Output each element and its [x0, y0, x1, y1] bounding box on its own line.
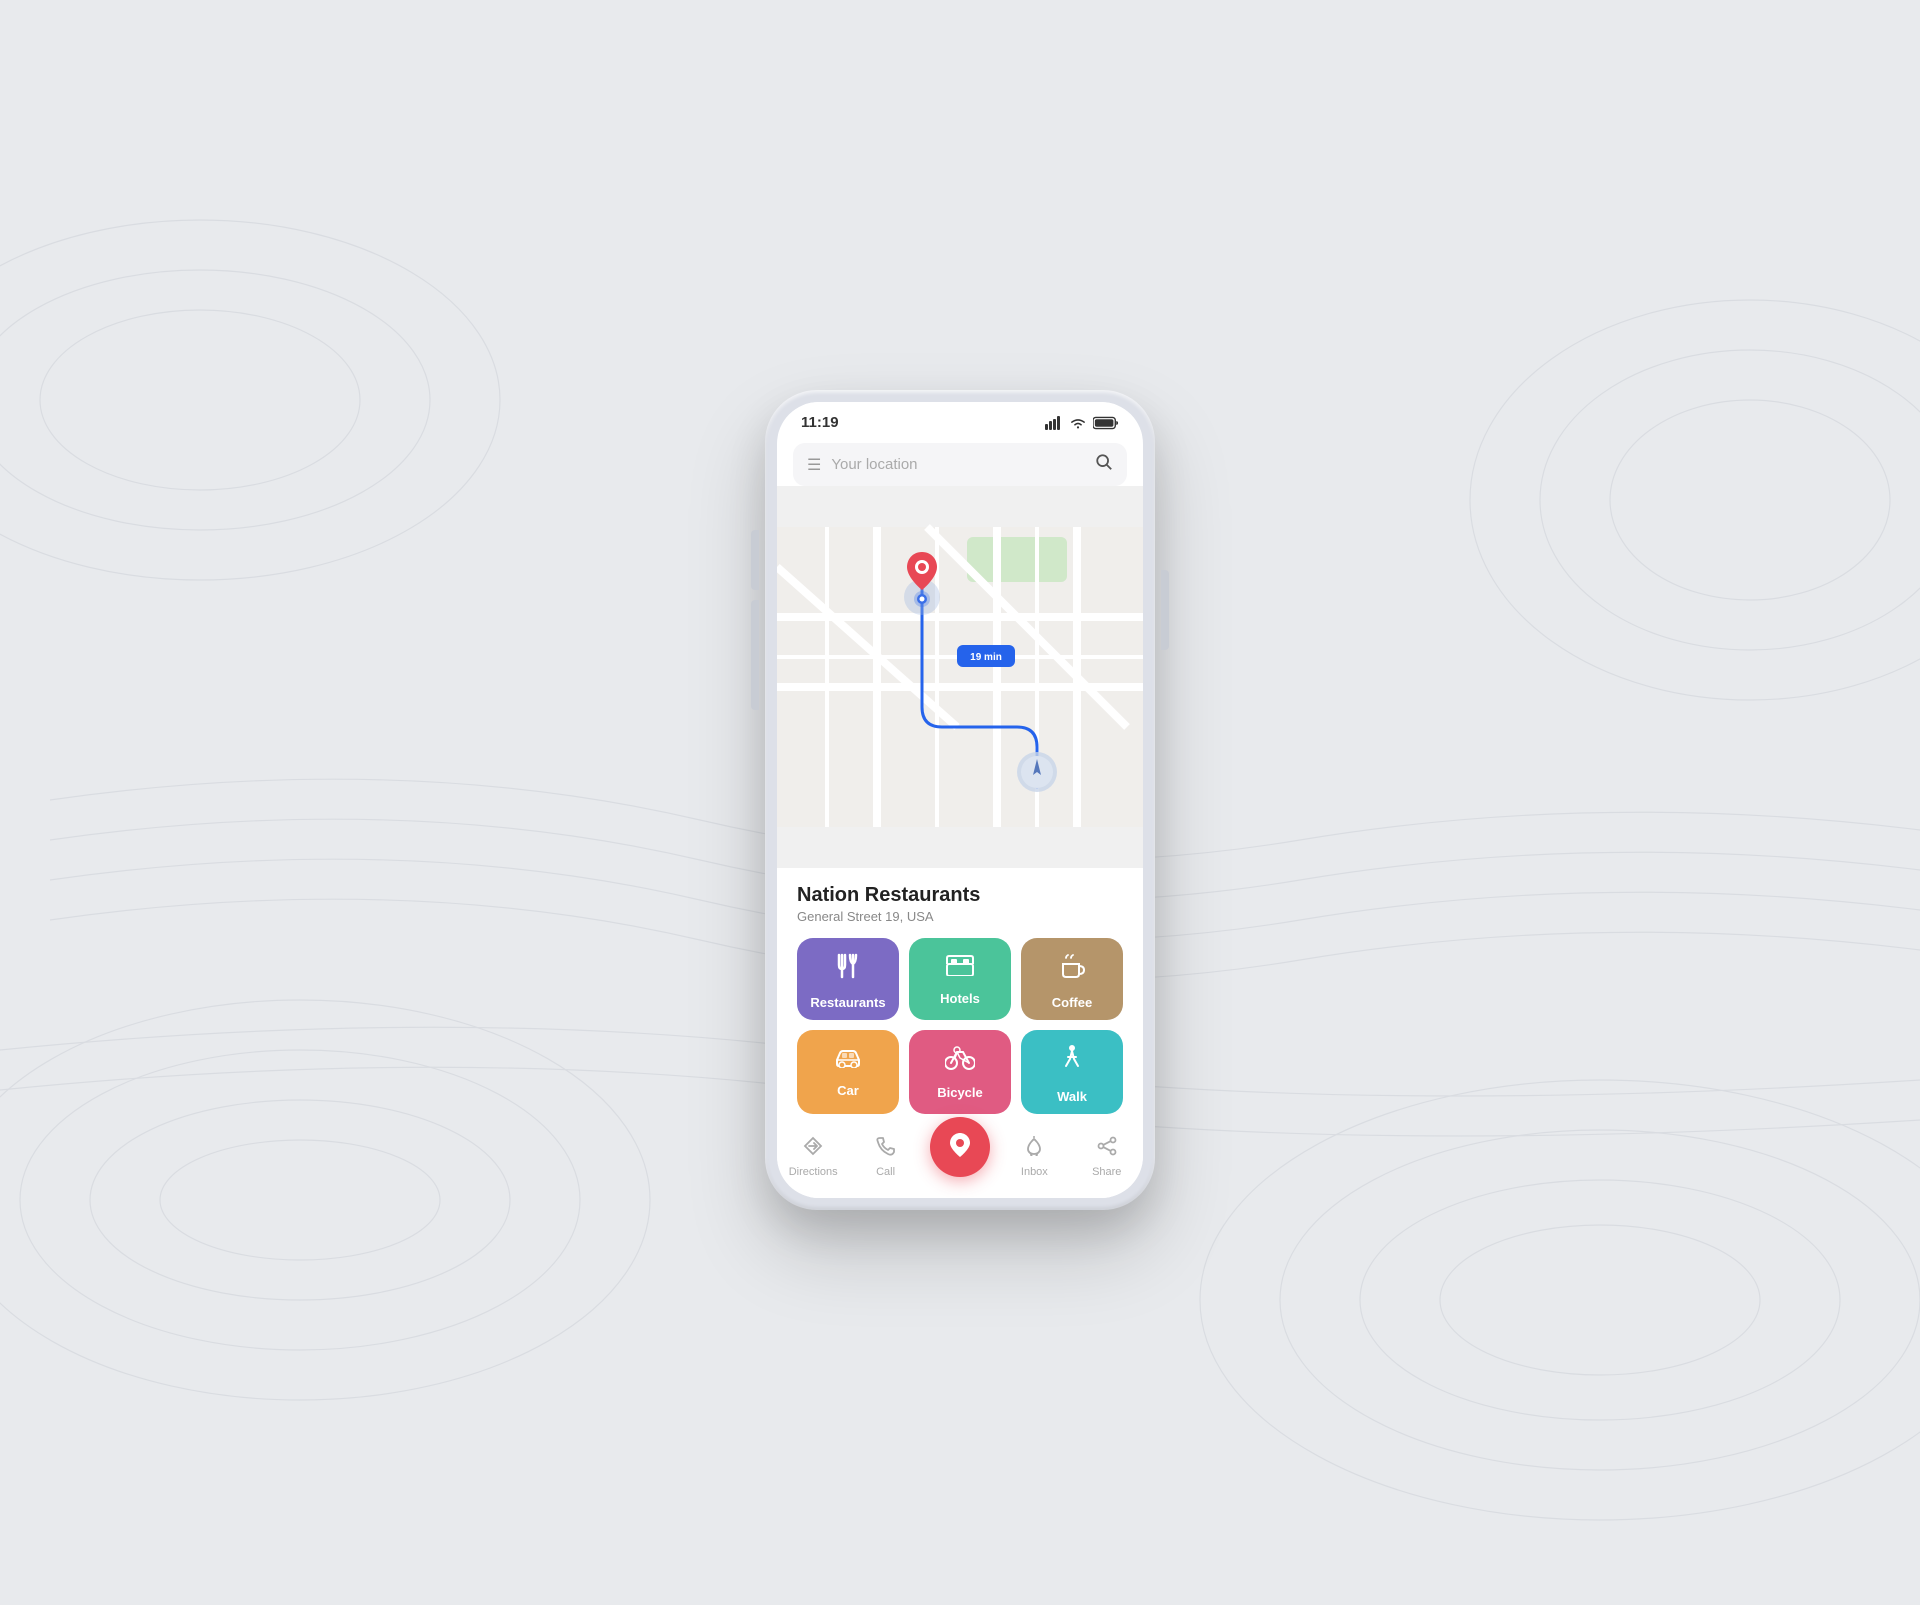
search-icon[interactable] — [1095, 453, 1113, 476]
restaurants-label: Restaurants — [810, 995, 885, 1010]
category-hotels-button[interactable]: Hotels — [909, 938, 1011, 1020]
status-bar: 11:19 — [777, 402, 1143, 435]
restaurants-icon — [834, 952, 862, 987]
category-car-button[interactable]: Car — [797, 1030, 899, 1114]
status-time: 11:19 — [801, 414, 839, 431]
nav-share[interactable]: Share — [1079, 1136, 1135, 1178]
search-input[interactable]: Your location — [831, 456, 1095, 473]
nav-call[interactable]: Call — [858, 1136, 914, 1178]
call-label: Call — [876, 1166, 895, 1178]
category-grid: Restaurants Hotels — [797, 938, 1123, 1114]
share-icon — [1097, 1136, 1117, 1162]
category-restaurants-button[interactable]: Restaurants — [797, 938, 899, 1020]
category-coffee-button[interactable]: Coffee — [1021, 938, 1123, 1020]
bicycle-icon — [945, 1044, 975, 1077]
share-label: Share — [1092, 1166, 1121, 1178]
bicycle-label: Bicycle — [937, 1085, 983, 1100]
walk-label: Walk — [1057, 1089, 1087, 1104]
nav-directions[interactable]: Directions — [785, 1136, 841, 1178]
inbox-label: Inbox — [1021, 1166, 1048, 1178]
map-area[interactable]: 19 min — [777, 486, 1143, 868]
signal-icon — [1045, 416, 1063, 430]
location-address: General Street 19, USA — [797, 909, 1123, 924]
svg-text:19 min: 19 min — [970, 652, 1002, 663]
nav-inbox[interactable]: Inbox — [1006, 1136, 1062, 1178]
directions-label: Directions — [789, 1166, 838, 1178]
search-bar[interactable]: ☰ Your location — [793, 443, 1127, 486]
battery-icon — [1093, 416, 1119, 430]
directions-icon — [803, 1136, 823, 1162]
phone-wrapper: 11:19 — [765, 390, 1155, 1210]
pin-icon — [947, 1131, 973, 1164]
hotels-icon — [946, 952, 974, 983]
menu-icon: ☰ — [807, 455, 821, 475]
category-bicycle-button[interactable]: Bicycle — [909, 1030, 1011, 1114]
nav-location-button[interactable] — [930, 1117, 990, 1177]
inbox-icon — [1024, 1136, 1044, 1162]
category-walk-button[interactable]: Walk — [1021, 1030, 1123, 1114]
hotels-label: Hotels — [940, 991, 980, 1006]
status-icons — [1045, 416, 1119, 430]
coffee-label: Coffee — [1052, 995, 1092, 1010]
car-label: Car — [837, 1083, 859, 1098]
bottom-nav: Directions Call — [777, 1128, 1143, 1198]
phone-screen: 11:19 — [777, 402, 1143, 1198]
phone-device: 11:19 — [765, 390, 1155, 1210]
car-icon — [833, 1044, 863, 1075]
walk-icon — [1061, 1044, 1083, 1081]
call-icon — [876, 1136, 896, 1162]
wifi-icon — [1069, 416, 1087, 430]
location-info: Nation Restaurants General Street 19, US… — [797, 884, 1123, 924]
coffee-icon — [1058, 952, 1086, 987]
bottom-panel: Nation Restaurants General Street 19, US… — [777, 868, 1143, 1128]
location-name: Nation Restaurants — [797, 884, 1123, 907]
